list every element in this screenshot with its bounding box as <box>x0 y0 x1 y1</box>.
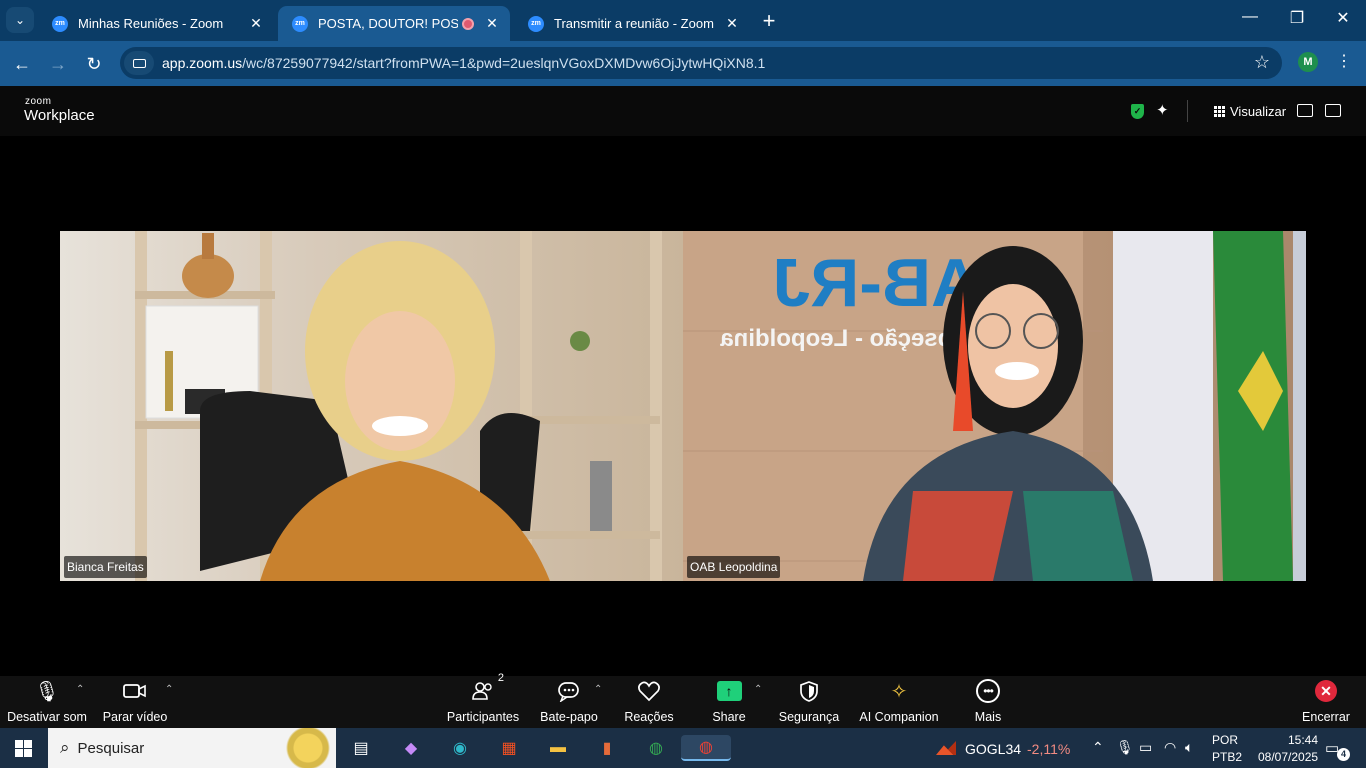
browser-menu-icon[interactable]: ⋮ <box>1336 51 1352 71</box>
participants-count-badge: 2 <box>497 672 504 684</box>
file-explorer-icon[interactable]: ▬ <box>544 735 572 761</box>
close-window-button[interactable]: ✕ <box>1323 8 1363 28</box>
zoom-logo-bottom: Workplace <box>24 107 95 124</box>
microphone-icon: 🎙︎ <box>34 680 60 703</box>
tray-volume-icon[interactable]: 🔈︎ <box>1185 739 1193 756</box>
zoom-favicon-icon: zm <box>528 15 544 32</box>
zoom-header: zoom Workplace ✓ ✦ Visualizar <box>0 86 1366 136</box>
taskbar-search-box[interactable]: ⌕ Pesquisar <box>48 728 336 768</box>
share-options-chevron-icon[interactable]: ⌃ <box>754 684 762 695</box>
browser-tab-active-meeting[interactable]: zm POSTA, DOUTOR! POSICION ✕ <box>278 6 510 41</box>
participant-name-label: OAB Leopoldina <box>687 556 781 578</box>
stock-symbol[interactable]: GOGL34 <box>965 741 1021 757</box>
stock-change[interactable]: -2,11% <box>1027 741 1070 757</box>
share-button[interactable]: ↑ Share <box>711 676 747 728</box>
browser-tabstrip: ⌄ zm Minhas Reuniões - Zoom ✕ zm POSTA, … <box>0 0 1366 41</box>
share-screen-icon: ↑ <box>716 676 742 706</box>
header-divider <box>1187 100 1188 122</box>
browser-tab-transmitir[interactable]: zm Transmitir a reunião - Zoom ✕ <box>514 6 750 41</box>
new-tab-button[interactable]: + <box>758 8 780 34</box>
task-view-icon[interactable]: ▤ <box>347 735 375 761</box>
chat-button[interactable]: Bate-papo <box>540 676 598 728</box>
video-frame-bianca <box>135 231 662 581</box>
tab-close-icon[interactable]: ✕ <box>248 15 264 32</box>
tray-battery-icon[interactable]: ▭ <box>1139 739 1152 756</box>
video-tile-oab-leopoldina[interactable]: OAB-RJ Subseção - Leopoldina OAB Leopold… <box>683 231 1306 581</box>
profile-avatar[interactable]: M <box>1298 52 1318 72</box>
reload-button[interactable]: ↻ <box>81 51 107 77</box>
tab-close-icon[interactable]: ✕ <box>724 15 740 32</box>
end-meeting-icon: ✕ <box>1315 676 1337 706</box>
edge-browser-icon[interactable]: ◉ <box>446 735 474 761</box>
zoom-favicon-icon: zm <box>52 15 68 32</box>
recording-indicator-icon <box>462 17 474 30</box>
site-info-camera-icon[interactable] <box>124 51 154 75</box>
restore-window-button[interactable]: ❐ <box>1277 8 1317 28</box>
browser-tab-minhas-reunioes[interactable]: zm Minhas Reuniões - Zoom ✕ <box>38 6 274 41</box>
stop-video-button[interactable]: Parar vídeo <box>103 676 167 728</box>
notifications-icon[interactable]: ▭ 4 <box>1325 739 1350 761</box>
participant-name-label: Bianca Freitas <box>64 556 147 578</box>
bookmark-star-icon[interactable]: ☆ <box>1254 52 1270 73</box>
tab-close-icon[interactable]: ✕ <box>484 15 500 32</box>
forward-button[interactable]: → <box>45 51 71 77</box>
notifications-count-badge: 4 <box>1337 748 1350 761</box>
more-button[interactable]: ••• Mais <box>973 676 1003 728</box>
picture-in-picture-icon[interactable] <box>1297 104 1313 117</box>
more-dots-icon: ••• <box>976 676 1000 706</box>
search-highlight-decoration <box>266 728 336 768</box>
ai-companion-button[interactable]: ✧ AI Companion <box>859 676 938 728</box>
meeting-controls-bar: 🎙︎ Desativar som ⌃ Parar vídeo ⌃ 2 Parti… <box>0 672 1366 728</box>
heart-icon <box>637 676 661 706</box>
tab-search-dropdown[interactable]: ⌄ <box>6 7 34 33</box>
document-app-icon[interactable]: ▮ <box>593 735 621 761</box>
windows-start-icon[interactable] <box>15 740 32 757</box>
tab-title: Minhas Reuniões - Zoom <box>78 16 224 31</box>
tray-microphone-icon[interactable]: 🎙︎ <box>1116 739 1134 756</box>
ai-sparkle-icon[interactable]: ✦ <box>1156 101 1169 119</box>
tab-title: Transmitir a reunião - Zoom <box>554 16 714 31</box>
audio-options-chevron-icon[interactable]: ⌃ <box>76 684 84 695</box>
copilot-icon[interactable]: ◆ <box>397 735 425 761</box>
windows-taskbar: ⌕ Pesquisar ▤ ◆ ◉ ▦ ▬ ▮ ◍ ◍ <box>0 728 1366 768</box>
chrome-profile-active-icon[interactable]: ◍ <box>681 735 731 761</box>
tray-wifi-icon[interactable]: ◠ <box>1164 739 1176 756</box>
chat-options-chevron-icon[interactable]: ⌃ <box>594 684 602 695</box>
security-button[interactable]: Segurança <box>779 676 839 728</box>
zoom-favicon-icon: zm <box>292 15 308 32</box>
address-bar[interactable]: app.zoom.us/wc/87259077942/start?fromPWA… <box>120 47 1282 79</box>
ai-companion-sparkle-icon: ✧ <box>890 680 908 703</box>
view-button[interactable]: Visualizar <box>1230 104 1286 119</box>
zoom-logo-top: zoom <box>25 96 52 107</box>
search-placeholder: Pesquisar <box>77 739 145 757</box>
input-language-indicator[interactable]: POR PTB2 <box>1212 732 1242 766</box>
view-grid-icon[interactable] <box>1214 106 1225 117</box>
video-camera-icon <box>123 676 147 706</box>
tray-overflow-chevron-icon[interactable]: ⌃ <box>1092 739 1104 756</box>
video-frame-oab: OAB-RJ Subseção - Leopoldina <box>683 231 1306 581</box>
participants-icon: 2 <box>472 672 504 706</box>
fullscreen-icon[interactable] <box>1325 104 1341 117</box>
chrome-icon[interactable]: ◍ <box>642 735 670 761</box>
search-icon: ⌕ <box>60 738 70 757</box>
url-text[interactable]: app.zoom.us/wc/87259077942/start?fromPWA… <box>162 55 765 71</box>
end-meeting-button[interactable]: ✕ Encerrar <box>1302 676 1350 728</box>
tab-title: POSTA, DOUTOR! POSICION <box>318 16 458 31</box>
back-button[interactable]: ← <box>9 51 35 77</box>
participants-button[interactable]: 2 Participantes <box>447 672 519 728</box>
reactions-button[interactable]: Reações <box>624 676 674 728</box>
system-clock[interactable]: 15:44 08/07/2025 <box>1258 732 1318 766</box>
chat-bubble-icon <box>557 676 581 706</box>
video-tile-bianca[interactable]: Bianca Freitas <box>60 231 683 581</box>
security-shield-icon <box>799 676 819 706</box>
microsoft-store-icon[interactable]: ▦ <box>495 735 523 761</box>
browser-toolbar: ← → ↻ app.zoom.us/wc/87259077942/start?f… <box>0 41 1366 86</box>
minimize-window-button[interactable]: — <box>1230 8 1270 26</box>
encryption-shield-icon[interactable]: ✓ <box>1131 104 1144 119</box>
mute-button[interactable]: 🎙︎ Desativar som <box>7 676 87 728</box>
video-options-chevron-icon[interactable]: ⌃ <box>165 684 173 695</box>
